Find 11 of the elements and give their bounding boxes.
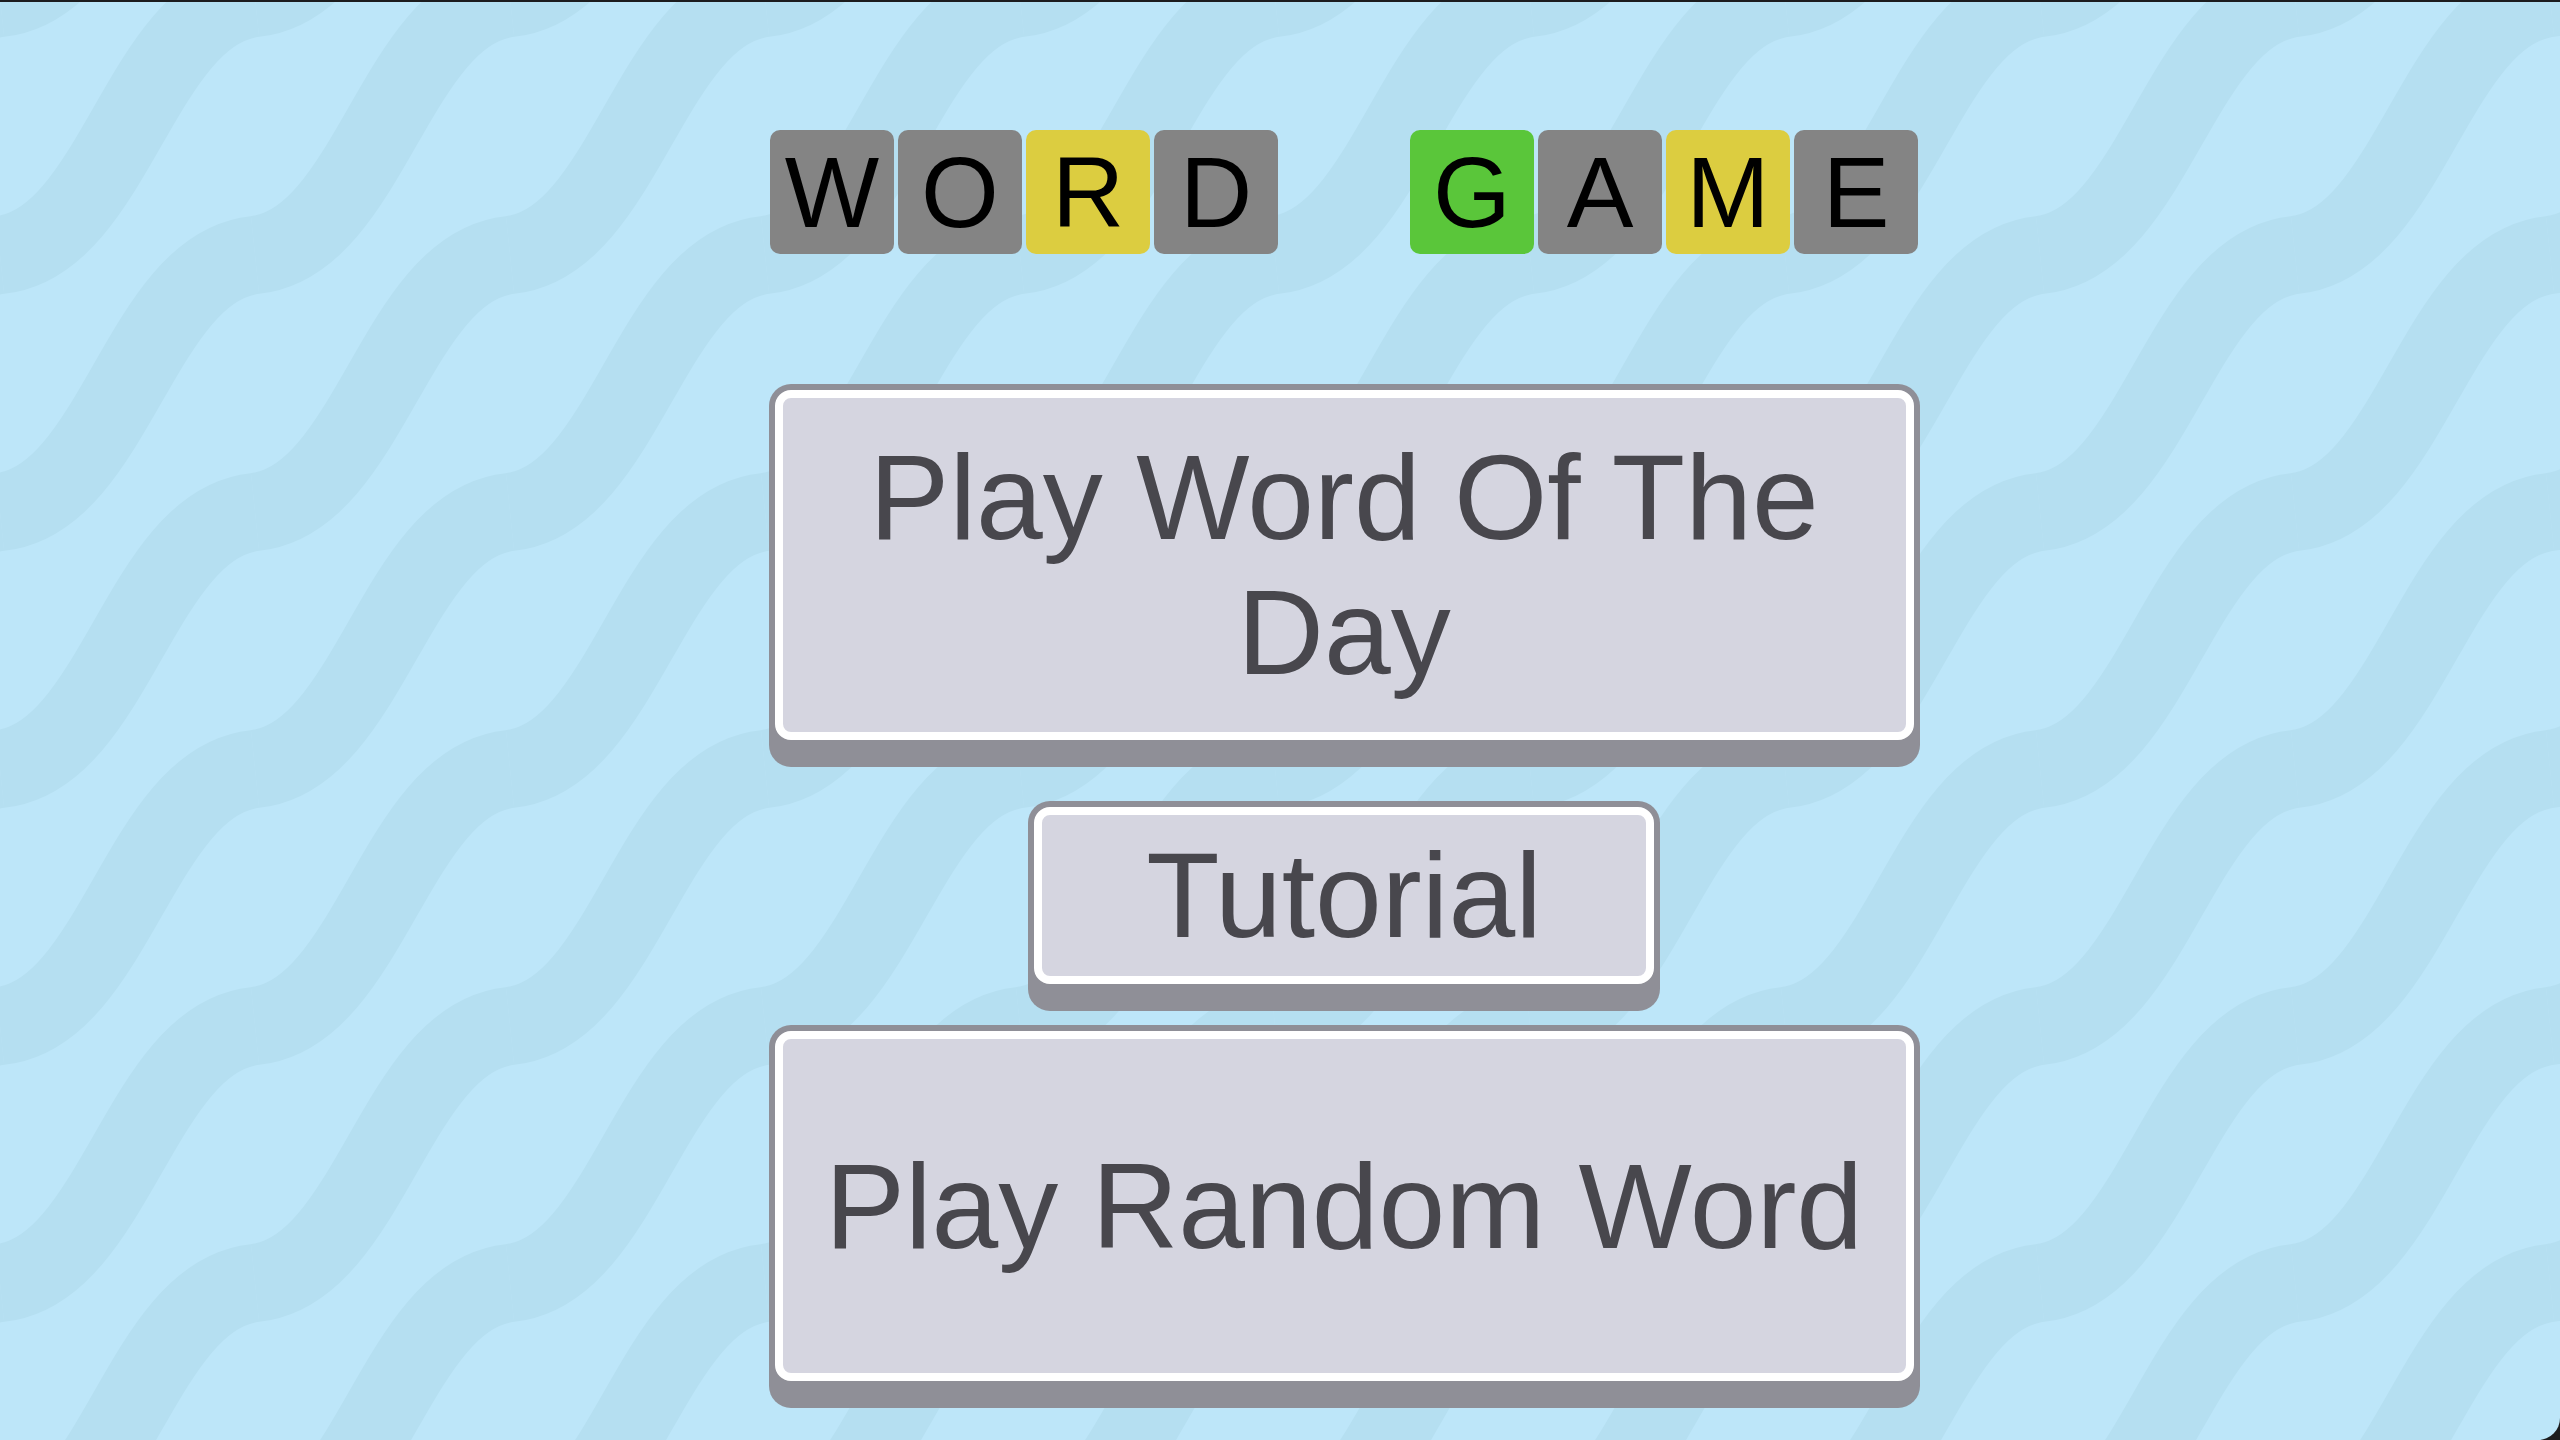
menu-button[interactable]: Tutorial: [1028, 801, 1660, 1011]
letter-tile: M: [1666, 130, 1790, 254]
letter-tile: W: [770, 130, 894, 254]
menu-button[interactable]: Play Word Of The Day: [768, 384, 1920, 767]
letter-tile: R: [1026, 130, 1150, 254]
letter-tile: A: [1538, 130, 1662, 254]
letter-tile: D: [1154, 130, 1278, 254]
letter-tile: E: [1794, 130, 1918, 254]
letter-tile: G: [1410, 130, 1534, 254]
menu-button[interactable]: Play Random Word: [768, 1025, 1920, 1408]
letter-tile: O: [898, 130, 1022, 254]
